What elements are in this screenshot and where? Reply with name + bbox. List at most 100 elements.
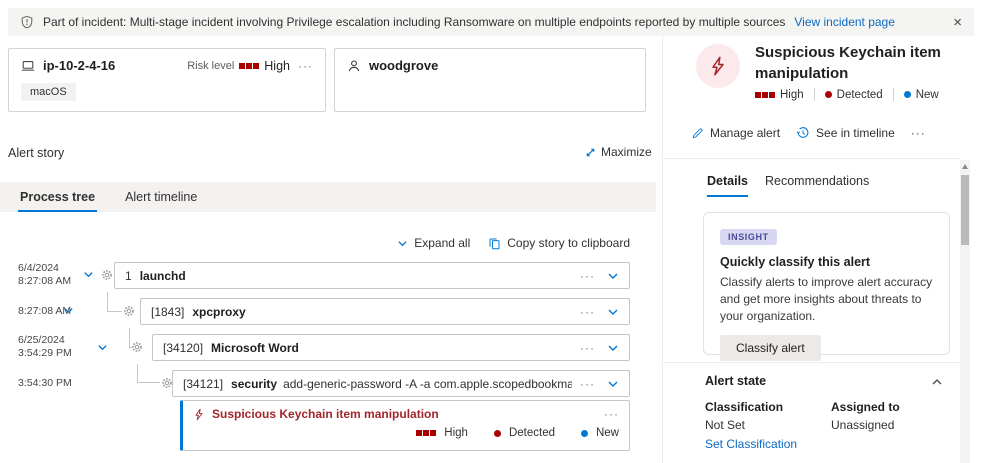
process-name: Microsoft Word	[211, 341, 299, 355]
tree-connector	[137, 382, 160, 383]
panel-state: New	[916, 89, 939, 101]
severity-squares-icon	[755, 92, 775, 98]
risk-level-label: Risk level	[187, 60, 234, 72]
scrollbar-thumb[interactable]	[961, 175, 969, 245]
process-gear-icon	[123, 305, 135, 317]
incident-banner-text: Part of incident: Multi-stage incident i…	[43, 15, 785, 29]
tree-connector	[129, 328, 130, 347]
process-name: launchd	[140, 269, 186, 283]
timestamp: 6/4/20248:27:08 AM	[18, 262, 71, 288]
panel-title: Suspicious Keychain item manipulation	[755, 42, 967, 84]
new-dot-icon	[581, 430, 588, 437]
device-name[interactable]: ip-10-2-4-16	[43, 58, 115, 73]
process-name: xpcproxy	[192, 305, 245, 319]
insight-card: INSIGHT Quickly classify this alert Clas…	[703, 212, 950, 355]
copy-story-button[interactable]: Copy story to clipboard	[488, 236, 630, 250]
alert-more-options[interactable]: ···	[604, 408, 619, 420]
device-more-options[interactable]: ···	[298, 60, 313, 72]
process-row-microsoft-word[interactable]: [34120] Microsoft Word ···	[152, 334, 630, 361]
timeline-icon	[796, 126, 810, 140]
scrollbar-up-arrow[interactable]	[962, 164, 968, 169]
laptop-icon	[21, 59, 35, 73]
maximize-label: Maximize	[601, 145, 652, 159]
insight-heading: Quickly classify this alert	[720, 255, 933, 269]
process-pid: [34120]	[163, 341, 203, 355]
expand-all-label: Expand all	[414, 236, 470, 250]
severity-squares-icon	[416, 430, 436, 436]
maximize-icon	[585, 147, 596, 158]
tree-connector	[129, 347, 133, 348]
timestamp: 3:54:30 PM	[18, 377, 72, 390]
process-row-launchd[interactable]: 1 launchd ···	[114, 262, 630, 289]
alert-status: Detected	[509, 427, 555, 439]
severity-squares-icon	[239, 63, 259, 69]
process-more-options[interactable]: ···	[572, 306, 595, 318]
defender-alert-page: Part of incident: Multi-stage incident i…	[0, 0, 982, 463]
process-more-options[interactable]: ···	[572, 378, 595, 390]
set-classification-link[interactable]: Set Classification	[705, 437, 797, 451]
tree-connector	[137, 364, 138, 382]
collapse-chevron-icon[interactable]	[63, 305, 74, 316]
alert-state: New	[596, 427, 619, 439]
process-args: add-generic-password -A -a com.apple.sco…	[283, 377, 572, 391]
alert-avatar	[696, 44, 740, 88]
expand-row-chevron-icon[interactable]	[607, 378, 619, 390]
tab-process-tree[interactable]: Process tree	[18, 184, 97, 212]
alert-story-tabstrip: Process tree Alert timeline	[0, 182, 656, 212]
process-pid: 1	[125, 269, 132, 283]
alert-node-title: Suspicious Keychain item manipulation	[212, 407, 439, 421]
insight-badge: INSIGHT	[720, 229, 777, 245]
collapse-chevron-icon[interactable]	[97, 342, 108, 353]
see-in-timeline-label: See in timeline	[816, 126, 895, 140]
tab-recommendations[interactable]: Recommendations	[765, 174, 869, 188]
expand-all-button[interactable]: Expand all	[397, 236, 470, 250]
expand-row-chevron-icon[interactable]	[607, 342, 619, 354]
tree-connector	[107, 311, 122, 312]
process-more-options[interactable]: ···	[572, 342, 595, 354]
new-dot-icon	[904, 91, 911, 98]
os-tag: macOS	[21, 83, 76, 101]
process-name: security	[231, 377, 277, 391]
view-incident-page-link[interactable]: View incident page	[794, 15, 895, 29]
collapse-chevron-icon[interactable]	[83, 269, 94, 280]
classify-alert-button[interactable]: Classify alert	[720, 335, 821, 361]
alert-state-heading: Alert state	[705, 374, 766, 388]
user-card: woodgrove	[334, 48, 646, 112]
person-icon	[347, 59, 361, 73]
tree-connector	[107, 292, 108, 311]
process-gear-icon	[101, 269, 113, 281]
tab-details[interactable]: Details	[707, 174, 748, 197]
close-icon[interactable]: ×	[953, 15, 962, 30]
tab-alert-timeline[interactable]: Alert timeline	[123, 184, 199, 212]
insight-body: Classify alerts to improve alert accurac…	[720, 274, 933, 325]
user-name[interactable]: woodgrove	[369, 58, 438, 73]
alert-story-title: Alert story	[8, 146, 64, 160]
classification-value: Not Set	[705, 418, 745, 432]
divider	[663, 362, 960, 363]
timestamp: 6/25/20243:54:29 PM	[18, 334, 72, 360]
process-more-options[interactable]: ···	[572, 270, 595, 282]
copy-story-label: Copy story to clipboard	[507, 236, 630, 250]
alert-node[interactable]: Suspicious Keychain item manipulation ··…	[180, 400, 630, 451]
alert-severity: High	[444, 427, 468, 439]
see-in-timeline-button[interactable]: See in timeline	[796, 126, 895, 140]
manage-alert-button[interactable]: Manage alert	[691, 126, 780, 140]
collapse-section-chevron-icon[interactable]	[931, 376, 943, 388]
panel-more-options[interactable]: ···	[911, 127, 926, 139]
assigned-to-label: Assigned to	[831, 400, 900, 414]
classification-label: Classification	[705, 400, 783, 414]
detected-dot-icon	[494, 430, 501, 437]
expand-row-chevron-icon[interactable]	[607, 270, 619, 282]
alert-bolt-icon	[193, 408, 205, 421]
panel-status: Detected	[837, 89, 883, 101]
detected-dot-icon	[825, 91, 832, 98]
alert-details-panel: Suspicious Keychain item manipulation Hi…	[662, 36, 982, 463]
process-row-security[interactable]: [34121] security add-generic-password -A…	[172, 370, 630, 397]
panel-severity: High	[780, 89, 804, 101]
risk-level-value: High	[264, 59, 290, 73]
divider	[663, 158, 960, 159]
expand-row-chevron-icon[interactable]	[607, 306, 619, 318]
lightning-bolt-icon	[708, 55, 728, 77]
process-row-xpcproxy[interactable]: [1843] xpcproxy ···	[140, 298, 630, 325]
maximize-button[interactable]: Maximize	[585, 145, 652, 159]
